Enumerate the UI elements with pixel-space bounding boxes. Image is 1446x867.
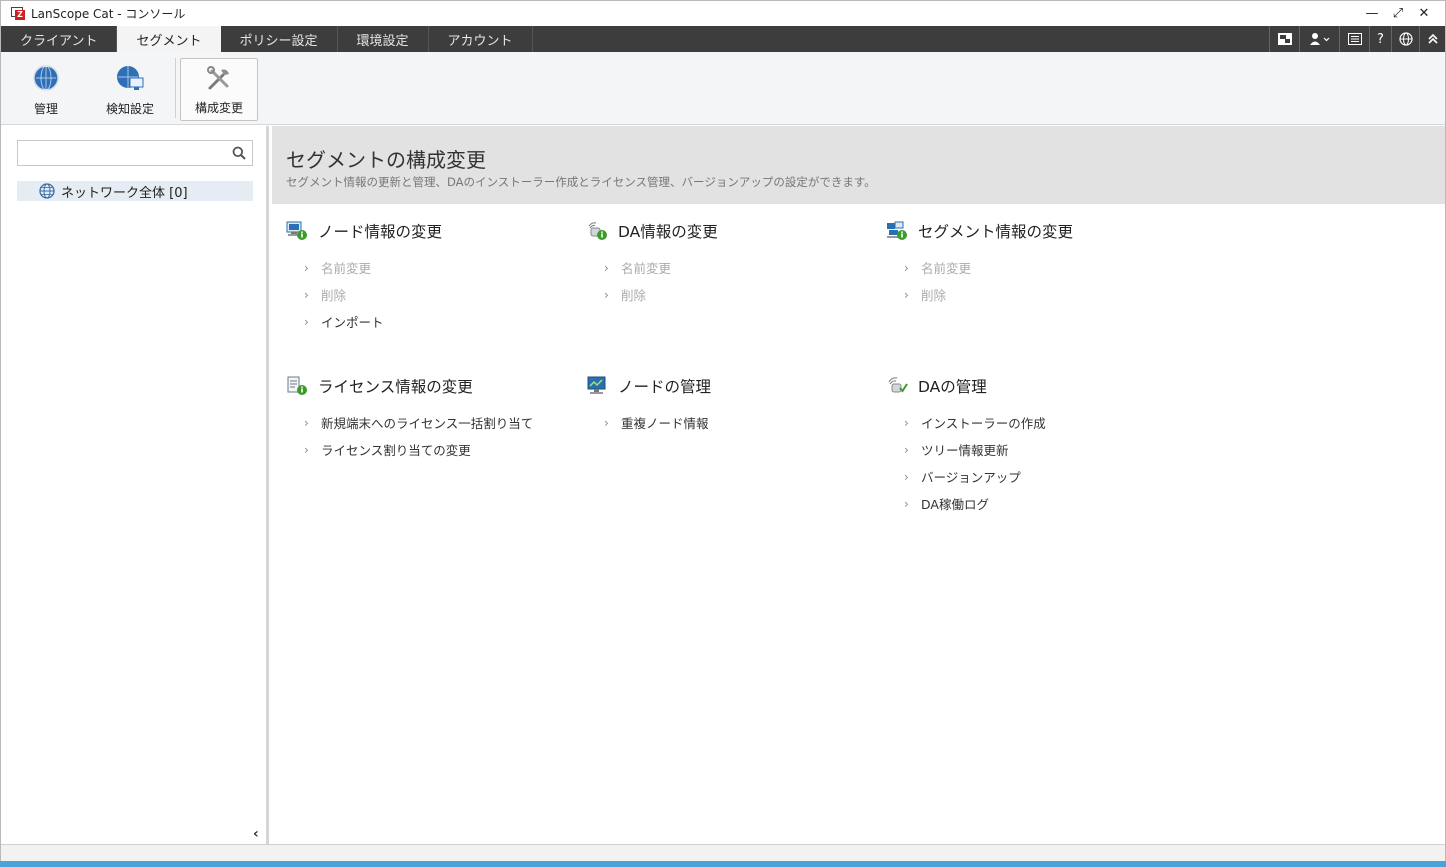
chevron-right-icon: › bbox=[904, 260, 909, 275]
segment-delete-link[interactable]: › 削除 bbox=[904, 281, 1186, 308]
collapse-pane-button[interactable]: ‹ bbox=[253, 826, 259, 842]
search-input[interactable] bbox=[20, 143, 220, 163]
tab-policy[interactable]: ポリシー設定 bbox=[221, 26, 338, 52]
title-bar: Z LanScope Cat - コンソール — ⤢ ✕ bbox=[1, 1, 1445, 25]
create-installer-link[interactable]: › インストーラーの作成 bbox=[904, 409, 1186, 436]
main-content: セグメントの構成変更 セグメント情報の更新と管理、DAのインストーラー作成とライ… bbox=[272, 126, 1445, 844]
chevron-right-icon: › bbox=[904, 287, 909, 302]
node-manage-monitor-icon bbox=[587, 376, 606, 394]
ribbon-separator bbox=[175, 58, 176, 118]
network-globe-icon bbox=[39, 183, 55, 199]
license-assign-change-link[interactable]: › ライセンス割り当ての変更 bbox=[304, 436, 586, 463]
chevron-right-icon: › bbox=[904, 415, 909, 430]
section-title: ノード情報の変更 bbox=[318, 223, 443, 241]
page-description: セグメント情報の更新と管理、DAのインストーラー作成とライセンス管理、バージョン… bbox=[286, 175, 876, 189]
search-box[interactable] bbox=[17, 140, 253, 166]
section-segment-info: セグメント情報の変更 › 名前変更 › 削除 bbox=[886, 220, 1186, 308]
section-node-info: ノード情報の変更 › 名前変更 › 削除 › インポート bbox=[286, 220, 586, 335]
chevron-right-icon: › bbox=[904, 469, 909, 484]
window-title: LanScope Cat - コンソール bbox=[31, 6, 186, 21]
config-change-label: 構成変更 bbox=[194, 101, 243, 115]
remote-control-icon[interactable] bbox=[1269, 26, 1299, 52]
duplicate-node-info-link[interactable]: › 重複ノード情報 bbox=[604, 409, 886, 436]
app-window: Z LanScope Cat - コンソール — ⤢ ✕ クライアント セグメン… bbox=[0, 0, 1446, 867]
segment-rename-link[interactable]: › 名前変更 bbox=[904, 254, 1186, 281]
version-up-link[interactable]: › バージョンアップ bbox=[904, 463, 1186, 490]
node-import-link[interactable]: › インポート bbox=[304, 308, 586, 335]
segment-info-icon bbox=[887, 221, 907, 240]
list-icon[interactable] bbox=[1339, 26, 1369, 52]
section-da-manage: DAの管理 › インストーラーの作成 › ツリー情報更新 › バージョンアップ › DA… bbox=[886, 375, 1186, 517]
config-change-button[interactable]: 構成変更 bbox=[180, 58, 258, 121]
chevron-right-icon: › bbox=[604, 287, 609, 302]
help-icon[interactable]: ? bbox=[1369, 26, 1391, 52]
chevron-right-icon: › bbox=[604, 415, 609, 430]
tree-item-network-all[interactable]: ネットワーク全体 [0] bbox=[17, 181, 253, 201]
minimize-button[interactable]: — bbox=[1359, 6, 1385, 21]
chevron-right-icon: › bbox=[604, 260, 609, 275]
node-rename-link[interactable]: › 名前変更 bbox=[304, 254, 586, 281]
tools-icon bbox=[207, 66, 229, 90]
chevron-right-icon: › bbox=[304, 287, 309, 302]
manage-label: 管理 bbox=[33, 102, 58, 116]
maximize-button[interactable]: ⤢ bbox=[1385, 6, 1411, 21]
section-title: DAの管理 bbox=[918, 378, 987, 396]
tab-environment[interactable]: 環境設定 bbox=[338, 26, 429, 52]
chevron-right-icon: › bbox=[304, 314, 309, 329]
main-tab-bar: クライアント セグメント ポリシー設定 環境設定 アカウント ? bbox=[1, 26, 1445, 52]
chevron-right-icon: › bbox=[304, 442, 309, 457]
tab-client[interactable]: クライアント bbox=[1, 26, 118, 52]
detection-settings-label: 検知設定 bbox=[105, 102, 154, 116]
section-title: DA情報の変更 bbox=[618, 223, 718, 241]
collapse-ribbon-icon[interactable] bbox=[1419, 26, 1445, 52]
chevron-right-icon: › bbox=[304, 260, 309, 275]
manage-globe-icon bbox=[33, 65, 59, 91]
section-node-manage: ノードの管理 › 重複ノード情報 bbox=[586, 375, 886, 436]
section-da-info: DA情報の変更 › 名前変更 › 削除 bbox=[586, 220, 886, 308]
section-title: ノードの管理 bbox=[618, 378, 712, 396]
node-delete-link[interactable]: › 削除 bbox=[304, 281, 586, 308]
da-rename-link[interactable]: › 名前変更 bbox=[604, 254, 886, 281]
section-title: ライセンス情報の変更 bbox=[318, 378, 473, 396]
da-delete-link[interactable]: › 削除 bbox=[604, 281, 886, 308]
globe-icon[interactable] bbox=[1391, 26, 1419, 52]
tab-account[interactable]: アカウント bbox=[429, 26, 533, 52]
tree-item-label: ネットワーク全体 [0] bbox=[61, 185, 188, 201]
detection-settings-button[interactable]: 検知設定 bbox=[97, 58, 163, 121]
section-title: セグメント情報の変更 bbox=[918, 223, 1074, 241]
manage-button[interactable]: 管理 bbox=[13, 58, 79, 121]
license-info-icon bbox=[287, 376, 307, 395]
da-info-icon bbox=[588, 222, 607, 240]
detection-globe-monitor-icon bbox=[117, 66, 144, 90]
app-logo-icon: Z bbox=[11, 6, 25, 20]
chevron-right-icon: › bbox=[904, 496, 909, 511]
ribbon-toolbar: 管理 検知設定 構成変更 bbox=[1, 52, 1445, 125]
left-pane: ネットワーク全体 [0] ‹ bbox=[1, 126, 269, 844]
section-license-info: ライセンス情報の変更 › 新規端末へのライセンス一括割り当て › ライセンス割り当て… bbox=[286, 375, 586, 463]
os-taskbar bbox=[0, 861, 1446, 867]
user-menu-icon[interactable] bbox=[1299, 26, 1339, 52]
tab-segment[interactable]: セグメント bbox=[117, 26, 221, 52]
license-bulk-assign-link[interactable]: › 新規端末へのライセンス一括割り当て bbox=[304, 409, 586, 436]
da-operation-log-link[interactable]: › DA稼働ログ bbox=[904, 490, 1186, 517]
chevron-right-icon: › bbox=[304, 415, 309, 430]
tree-info-update-link[interactable]: › ツリー情報更新 bbox=[904, 436, 1186, 463]
status-bar bbox=[1, 844, 1445, 862]
page-header: セグメントの構成変更 セグメント情報の更新と管理、DAのインストーラー作成とライ… bbox=[272, 126, 1445, 204]
chevron-right-icon: › bbox=[904, 442, 909, 457]
da-manage-icon bbox=[888, 377, 908, 393]
node-info-icon bbox=[286, 221, 307, 240]
close-button[interactable]: ✕ bbox=[1411, 6, 1437, 21]
search-icon[interactable] bbox=[232, 146, 246, 160]
page-title: セグメントの構成変更 bbox=[286, 148, 486, 172]
